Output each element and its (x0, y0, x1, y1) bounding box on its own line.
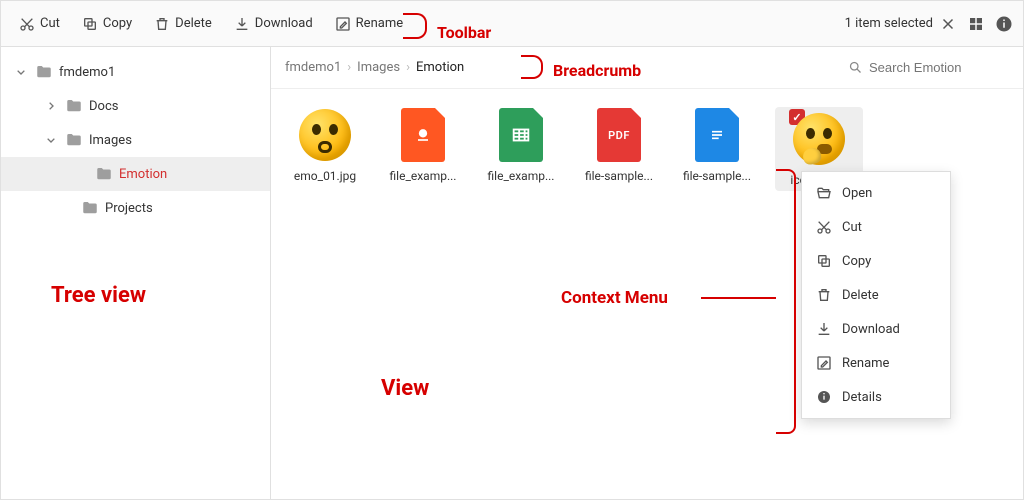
thumbnail-xls (493, 107, 549, 163)
folder-icon (65, 97, 83, 115)
ctx-delete[interactable]: Delete (802, 278, 950, 312)
tree-label: Emotion (119, 167, 167, 182)
tree-label: Docs (89, 99, 118, 114)
cut-button[interactable]: Cut (11, 10, 68, 38)
ctx-label: Delete (842, 288, 879, 303)
ctx-label: Copy (842, 254, 871, 269)
file-tile[interactable]: file-sample... (677, 107, 757, 191)
thumbnail-emoji: ✓ (791, 111, 847, 167)
tree-item-projects[interactable]: Projects (1, 191, 270, 225)
copy-button[interactable]: Copy (74, 10, 140, 38)
ctx-label: Open (842, 186, 872, 201)
file-name: file_examp... (481, 169, 561, 183)
thumbnail-doc (689, 107, 745, 163)
ctx-label: Rename (842, 356, 889, 371)
thumbnail-ppt (395, 107, 451, 163)
file-tile[interactable]: emo_01.jpg (285, 107, 365, 191)
download-icon (816, 321, 832, 337)
clear-selection-icon[interactable] (939, 15, 957, 33)
tree-view: fmdemo1 Docs Images Emotion Projects (1, 47, 271, 499)
thumbnail-emoji (297, 107, 353, 163)
toolbar: Cut Copy Delete Download Rename 1 item s… (1, 1, 1023, 47)
folder-icon (65, 131, 83, 149)
cut-icon (19, 16, 35, 32)
file-name: file_examp... (383, 169, 463, 183)
ctx-label: Cut (842, 220, 862, 235)
file-tile[interactable]: file_examp... (481, 107, 561, 191)
breadcrumb: fmdemo1 › Images › Emotion (271, 47, 1023, 89)
breadcrumb-item-current[interactable]: Emotion (416, 60, 464, 75)
download-label: Download (255, 16, 313, 31)
selection-text: 1 item selected (845, 16, 933, 31)
cut-icon (816, 219, 832, 235)
ctx-label: Details (842, 390, 882, 405)
context-menu: Open Cut Copy Delete Download Rename Det… (801, 171, 951, 419)
tree-label: fmdemo1 (59, 65, 115, 80)
file-tile[interactable]: file_examp... (383, 107, 463, 191)
chevron-down-icon (43, 132, 59, 148)
download-icon (234, 16, 250, 32)
trash-icon (816, 287, 832, 303)
tree-item-docs[interactable]: Docs (1, 89, 270, 123)
ctx-cut[interactable]: Cut (802, 210, 950, 244)
ctx-copy[interactable]: Copy (802, 244, 950, 278)
cut-label: Cut (40, 16, 60, 31)
chevron-right-icon: › (406, 60, 410, 75)
selection-status: 1 item selected (845, 15, 957, 33)
file-name: file-sample... (579, 169, 659, 183)
info-icon[interactable] (995, 15, 1013, 33)
tree-label: Images (89, 133, 132, 148)
rename-label: Rename (356, 16, 403, 31)
folder-icon (95, 165, 113, 183)
ctx-open[interactable]: Open (802, 176, 950, 210)
delete-button[interactable]: Delete (146, 10, 220, 38)
rename-icon (335, 16, 351, 32)
search-icon (848, 60, 863, 75)
thumbnail-pdf: PDF (591, 107, 647, 163)
tree-item-root[interactable]: fmdemo1 (1, 55, 270, 89)
search-box[interactable] (848, 60, 1009, 75)
breadcrumb-item[interactable]: fmdemo1 (285, 60, 341, 75)
ctx-details[interactable]: Details (802, 380, 950, 414)
chevron-right-icon: › (347, 60, 351, 75)
folder-open-icon (816, 185, 832, 201)
delete-label: Delete (175, 16, 212, 31)
chevron-right-icon (43, 98, 59, 114)
folder-icon (35, 63, 53, 81)
spacer-icon (73, 166, 89, 182)
search-input[interactable] (869, 60, 1009, 75)
trash-icon (154, 16, 170, 32)
rename-icon (816, 355, 832, 371)
chevron-down-icon (13, 64, 29, 80)
grid-view-icon[interactable] (967, 15, 985, 33)
folder-icon (81, 199, 99, 217)
copy-icon (82, 16, 98, 32)
tree-item-images[interactable]: Images (1, 123, 270, 157)
file-name: file-sample... (677, 169, 757, 183)
ctx-rename[interactable]: Rename (802, 346, 950, 380)
copy-icon (816, 253, 832, 269)
rename-button[interactable]: Rename (327, 10, 411, 38)
info-icon (816, 389, 832, 405)
breadcrumb-item[interactable]: Images (357, 60, 400, 75)
tree-item-emotion[interactable]: Emotion (1, 157, 270, 191)
file-name: emo_01.jpg (285, 169, 365, 183)
ctx-download[interactable]: Download (802, 312, 950, 346)
toolbar-right: 1 item selected (845, 15, 1013, 33)
download-button[interactable]: Download (226, 10, 321, 38)
ctx-label: Download (842, 322, 900, 337)
file-tile[interactable]: PDF file-sample... (579, 107, 659, 191)
tree-label: Projects (105, 201, 153, 216)
copy-label: Copy (103, 16, 132, 31)
spacer-icon (59, 200, 75, 216)
